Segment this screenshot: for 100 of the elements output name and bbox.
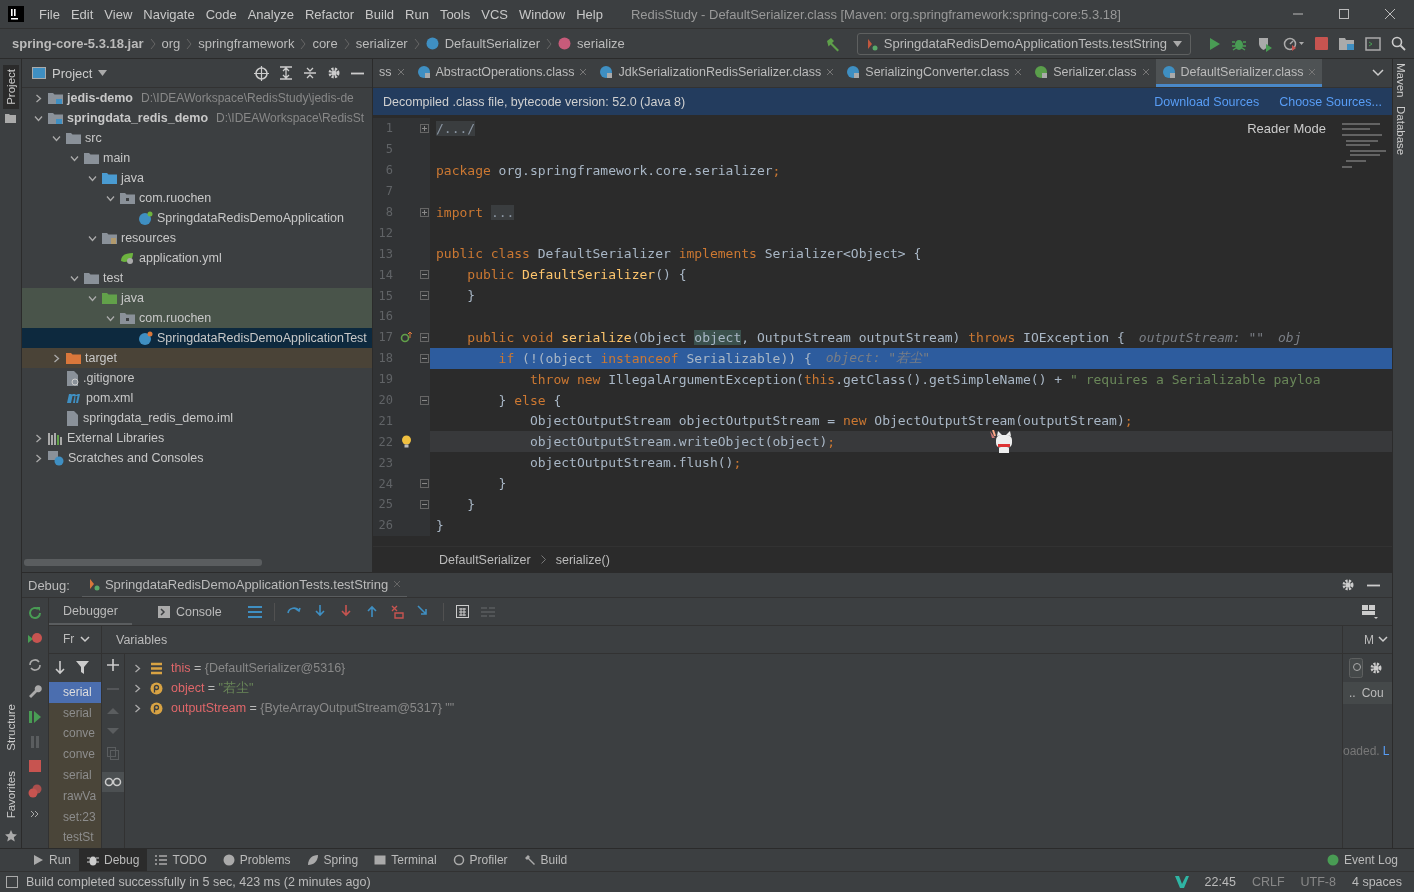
chevron-icon[interactable] xyxy=(69,153,79,163)
menu-item[interactable]: Analyze xyxy=(242,6,300,22)
stack-frame[interactable]: serial xyxy=(49,702,101,724)
override-marker-icon[interactable] xyxy=(400,331,412,344)
tool-window-button[interactable]: Spring xyxy=(298,849,367,871)
breadcrumb-item[interactable]: DefaultSerializer xyxy=(439,552,531,567)
menu-item[interactable]: Tools xyxy=(434,6,477,22)
fold-marker-icon[interactable] xyxy=(420,270,429,280)
banner-link[interactable]: Choose Sources... xyxy=(1279,94,1382,109)
step-into-icon[interactable] xyxy=(312,604,327,619)
folder-grid-icon[interactable] xyxy=(1338,36,1355,51)
tool-window-button[interactable]: Profiler xyxy=(444,849,516,871)
menu-item[interactable]: VCS xyxy=(476,6,514,22)
tree-item[interactable]: pom.xml xyxy=(22,388,372,408)
tree-item[interactable]: com.ruochen xyxy=(22,188,372,208)
chevron-icon[interactable] xyxy=(33,453,43,463)
event-log-button[interactable]: Event Log xyxy=(1318,849,1406,871)
force-step-into-icon[interactable] xyxy=(338,604,353,619)
debugger-tab[interactable]: Console xyxy=(143,598,236,625)
menu-item[interactable]: File xyxy=(34,6,66,22)
editor-tab[interactable]: SerializingConverter.class xyxy=(840,59,1029,87)
menu-item[interactable]: Navigate xyxy=(138,6,201,22)
chevron-icon[interactable] xyxy=(105,313,115,323)
scrollbar[interactable] xyxy=(24,559,262,566)
close-icon[interactable] xyxy=(1014,67,1023,76)
session-tab[interactable]: SpringdataRedisDemoApplicationTests.testString xyxy=(81,572,408,598)
tree-item[interactable]: springdata_redis_demo.iml xyxy=(22,408,372,428)
search-field[interactable] xyxy=(1349,658,1363,678)
hammer-icon[interactable] xyxy=(824,35,841,52)
file-encoding[interactable]: UTF-8 xyxy=(1300,875,1336,889)
fold-marker-icon[interactable] xyxy=(420,332,429,342)
menu-item[interactable]: View xyxy=(99,6,139,22)
arrow-down-icon[interactable] xyxy=(54,660,66,675)
list-icon[interactable] xyxy=(247,605,262,618)
menu-item[interactable]: Refactor xyxy=(299,6,361,22)
breadcrumb-item[interactable]: serialize xyxy=(577,36,625,51)
layout-toggle-icon[interactable] xyxy=(6,876,18,888)
fold-marker-icon[interactable] xyxy=(420,479,429,489)
chevron-icon[interactable] xyxy=(105,193,115,203)
tree-item[interactable]: Scratches and Consoles xyxy=(22,448,372,468)
drop-frame-icon[interactable] xyxy=(390,604,405,619)
tool-window-button[interactable]: Terminal xyxy=(366,849,445,871)
tree-item[interactable]: target xyxy=(22,348,372,368)
tool-window-button[interactable]: Structure xyxy=(2,696,19,759)
tool-window-button[interactable]: Maven xyxy=(1393,59,1414,102)
chevron-icon[interactable] xyxy=(33,93,43,103)
chevron-down-icon[interactable] xyxy=(80,635,91,643)
fold-marker-icon[interactable] xyxy=(420,499,429,509)
window-icon[interactable] xyxy=(1365,36,1381,51)
breadcrumb-item[interactable]: serialize() xyxy=(555,552,610,567)
close-icon[interactable] xyxy=(579,67,588,76)
stack-frame[interactable]: rawVa xyxy=(49,785,101,807)
tool-window-button[interactable]: Problems xyxy=(214,849,299,871)
maximize-icon[interactable] xyxy=(1338,8,1350,20)
wrench-icon[interactable] xyxy=(28,684,42,698)
tree-item[interactable]: SpringdataRedisDemoApplication xyxy=(22,208,372,228)
message-link[interactable]: L xyxy=(1382,744,1390,758)
close-icon[interactable] xyxy=(1141,67,1150,76)
menu-item[interactable]: Help xyxy=(571,6,609,22)
stack-frame[interactable]: testSt xyxy=(49,827,101,849)
editor-tab[interactable]: AbstractOperations.class xyxy=(410,59,594,87)
banner-link[interactable]: Download Sources xyxy=(1154,94,1260,109)
run-configuration-dropdown[interactable]: SpringdataRedisDemoApplicationTests.testString xyxy=(856,32,1191,55)
fold-marker-icon[interactable] xyxy=(420,353,429,363)
layout-icon[interactable] xyxy=(1362,604,1378,619)
menu-item[interactable]: Window xyxy=(513,6,572,22)
frames-dropdown[interactable]: Fr xyxy=(63,632,75,647)
editor-tab[interactable]: DefaultSerializer.class xyxy=(1155,59,1323,87)
app-logo-icon[interactable] xyxy=(8,6,24,22)
collapse-all-icon[interactable] xyxy=(303,66,317,80)
caret-position[interactable]: 22:45 xyxy=(1204,875,1236,889)
fold-marker-icon[interactable] xyxy=(420,207,429,217)
plugin-v-icon[interactable] xyxy=(1174,875,1189,889)
menu-item[interactable]: Run xyxy=(400,6,435,22)
tool-window-button[interactable]: Project xyxy=(2,65,19,109)
chevron-icon[interactable] xyxy=(87,173,97,183)
fold-marker-icon[interactable] xyxy=(420,395,429,405)
close-icon[interactable] xyxy=(826,67,835,76)
breakpoints-icon[interactable] xyxy=(27,632,43,646)
resume-icon[interactable] xyxy=(28,710,42,724)
breadcrumb-item[interactable]: serializer xyxy=(355,36,408,51)
tree-item[interactable]: java xyxy=(22,168,372,188)
line-separator[interactable]: CRLF xyxy=(1251,875,1285,889)
chevron-down-icon[interactable] xyxy=(1378,636,1388,643)
tree-item[interactable]: jedis-demo D:\IDEAWorkspace\RedisStudy\jedis-de xyxy=(22,88,372,108)
chevron-icon[interactable] xyxy=(33,113,43,123)
more-icon[interactable] xyxy=(30,810,40,818)
menu-item[interactable]: Build xyxy=(360,6,400,22)
reader-mode-link[interactable]: Reader Mode xyxy=(1247,121,1326,136)
settings-icon[interactable] xyxy=(1369,661,1383,675)
filter-icon[interactable] xyxy=(76,661,89,675)
mute-breakpoints-icon[interactable] xyxy=(28,784,42,798)
menu-item[interactable]: Edit xyxy=(65,6,100,22)
tree-item[interactable]: com.ruochen xyxy=(22,308,372,328)
expand-all-icon[interactable] xyxy=(279,66,293,80)
chevron-icon[interactable] xyxy=(51,133,61,143)
editor-tab[interactable]: ss xyxy=(373,59,411,87)
tree-item[interactable]: springdata_redis_demo D:\IDEAWorkspace\RedisSt xyxy=(22,108,372,128)
tree-item[interactable]: .gitignore xyxy=(22,368,372,388)
variable-entry[interactable]: outputStream = {ByteArrayOutputStream@5317} "" xyxy=(171,701,455,715)
